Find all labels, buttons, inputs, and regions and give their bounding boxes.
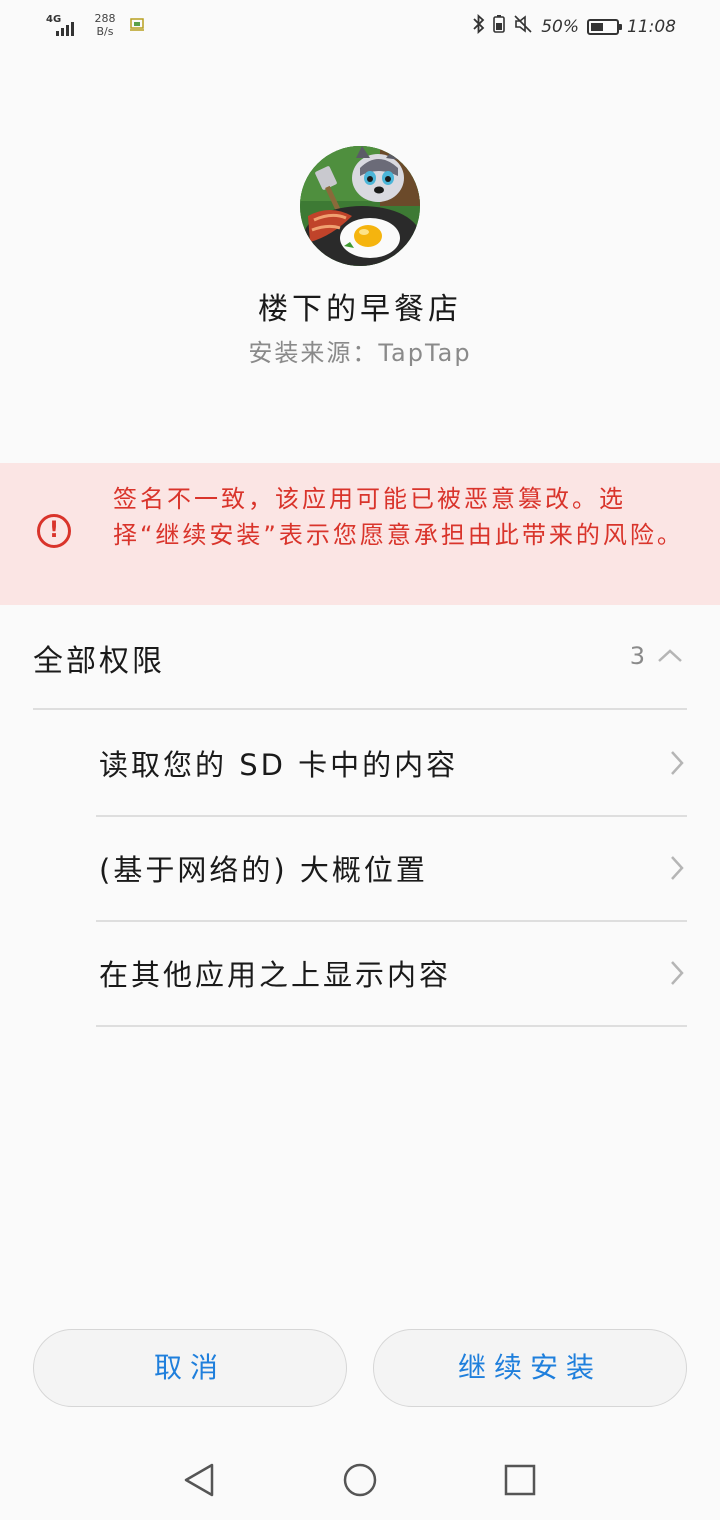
- mute-icon: [513, 14, 533, 39]
- continue-install-button[interactable]: 继续安装: [373, 1329, 687, 1407]
- signal-icon: 4G: [46, 12, 82, 38]
- chevron-right-icon: [669, 959, 685, 987]
- network-speed-unit: B/s: [96, 25, 114, 38]
- permissions-list: 读取您的 SD 卡中的内容 (基于网络的) 大概位置 在其他应用之上显示内容: [96, 712, 687, 1027]
- permission-item-sd-card[interactable]: 读取您的 SD 卡中的内容: [96, 712, 687, 817]
- notification-icon: [128, 18, 146, 32]
- permission-item-overlay[interactable]: 在其他应用之上显示内容: [96, 922, 687, 1027]
- warning-text: 签名不一致，该应用可能已被恶意篡改。选择“继续安装”表示您愿意承担由此带来的风险…: [113, 485, 684, 549]
- status-bar: 4G 288 B/s 50% 11:08: [0, 0, 720, 56]
- status-left: 4G 288 B/s: [46, 12, 146, 38]
- chevron-right-icon: [669, 749, 685, 777]
- home-icon[interactable]: [340, 1460, 380, 1500]
- network-speed-value: 288: [94, 12, 116, 25]
- bluetooth-icon: [473, 13, 485, 39]
- vibrate-battery-icon: [493, 14, 506, 39]
- recent-apps-icon[interactable]: [500, 1460, 540, 1500]
- permissions-header[interactable]: 全部权限 3: [33, 622, 687, 710]
- alert-icon: !: [37, 514, 71, 548]
- install-source: 安装来源：TapTap: [248, 339, 472, 367]
- back-icon[interactable]: [180, 1460, 220, 1500]
- permission-label: 在其他应用之上显示内容: [99, 958, 452, 992]
- app-icon: [300, 146, 420, 266]
- status-right: 50% 11:08: [473, 13, 676, 39]
- clock: 11:08: [627, 16, 676, 37]
- permissions-count: 3: [629, 642, 645, 670]
- permission-label: (基于网络的) 大概位置: [99, 853, 428, 887]
- cancel-button[interactable]: 取消: [33, 1329, 347, 1407]
- permission-item-location[interactable]: (基于网络的) 大概位置: [96, 817, 687, 922]
- battery-percent: 50%: [541, 16, 579, 37]
- permissions-title: 全部权限: [33, 644, 165, 679]
- network-speed: 288 B/s: [92, 12, 118, 38]
- chevron-right-icon: [669, 854, 685, 882]
- app-name: 楼下的早餐店: [258, 292, 462, 327]
- signature-warning-banner: ! 签名不一致，该应用可能已被恶意篡改。选择“继续安装”表示您愿意承担由此带来的…: [0, 463, 720, 605]
- chevron-up-icon[interactable]: [657, 646, 683, 666]
- battery-icon: [587, 18, 622, 35]
- permission-label: 读取您的 SD 卡中的内容: [99, 748, 459, 782]
